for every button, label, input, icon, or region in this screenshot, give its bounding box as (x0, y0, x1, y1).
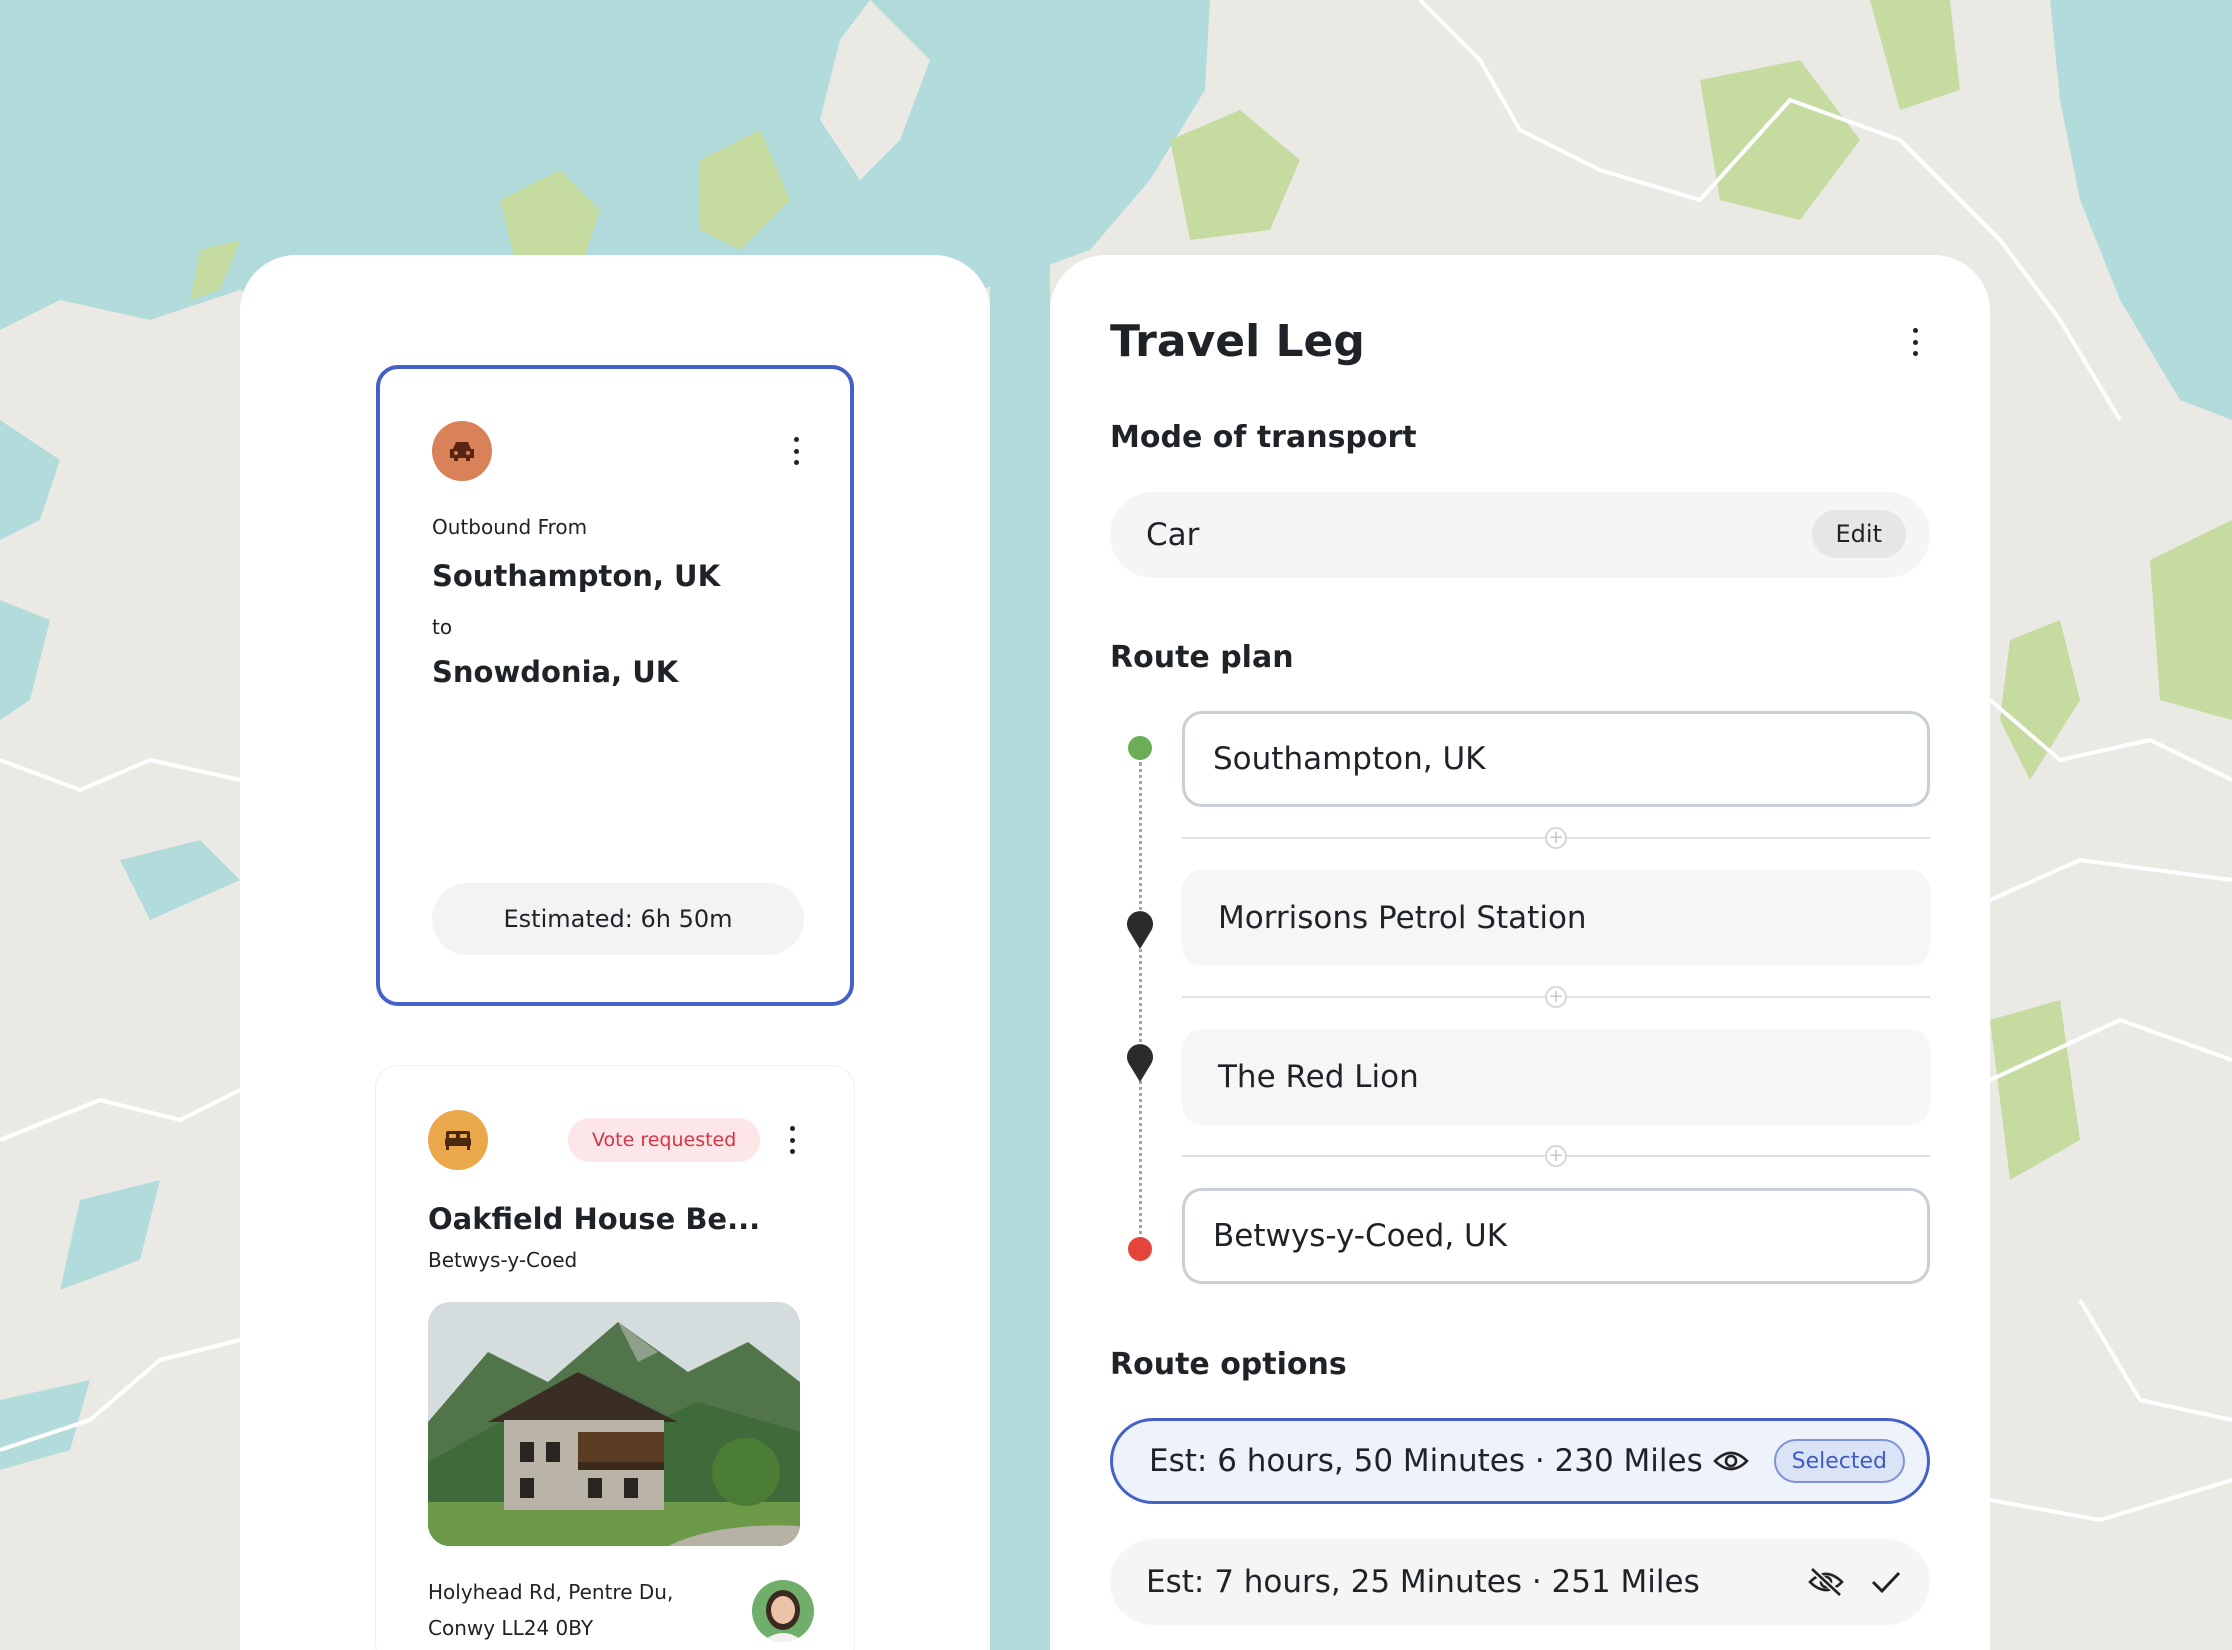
destination-place: Snowdonia, UK (432, 655, 679, 689)
bed-icon (428, 1110, 488, 1170)
eye-icon[interactable] (1711, 1441, 1751, 1481)
add-stop-icon[interactable]: + (1545, 1145, 1567, 1167)
edit-button[interactable]: Edit (1811, 510, 1906, 558)
route-stop-item[interactable]: Morrisons Petrol Station (1182, 870, 1930, 966)
end-dot (1128, 1237, 1152, 1261)
car-icon (432, 421, 492, 481)
route-option-text: Est: 6 hours, 50 Minutes · 230 Miles (1149, 1443, 1703, 1479)
trip-card[interactable]: Outbound From Southampton, UK to Snowdon… (376, 365, 854, 1006)
outbound-label: Outbound From (432, 515, 588, 539)
mode-heading: Mode of transport (1110, 420, 1417, 455)
route-option-text: Est: 7 hours, 25 Minutes · 251 Miles (1146, 1564, 1700, 1600)
accommodation-location: Betwys-y-Coed (428, 1248, 578, 1272)
add-stop-icon[interactable]: + (1545, 986, 1567, 1008)
route-timeline-line (1139, 762, 1142, 1242)
transport-mode-value: Car (1146, 517, 1200, 553)
waypoint-pin-icon[interactable] (1126, 1044, 1154, 1082)
accommodation-title: Oakfield House Be... (428, 1202, 761, 1236)
route-option[interactable]: Est: 7 hours, 25 Minutes · 251 Miles (1110, 1539, 1930, 1625)
vote-requested-badge: Vote requested (568, 1118, 761, 1162)
waypoint-pin-icon[interactable] (1126, 911, 1154, 949)
transport-mode-field[interactable]: Car Edit (1110, 492, 1930, 578)
route-start-input[interactable]: Southampton, UK (1182, 711, 1930, 807)
accommodation-menu-icon[interactable] (782, 1122, 802, 1158)
accommodation-card[interactable]: Vote requested Oakfield House Be... Betw… (376, 1066, 854, 1650)
route-options-heading: Route options (1110, 1347, 1347, 1382)
add-stop-icon[interactable]: + (1545, 827, 1567, 849)
eye-off-icon[interactable] (1806, 1562, 1846, 1602)
trip-card-menu-icon[interactable] (786, 433, 806, 469)
to-label: to (432, 615, 453, 639)
origin-place: Southampton, UK (432, 559, 721, 593)
travel-leg-menu-icon[interactable] (1905, 324, 1925, 360)
route-stop-item[interactable]: The Red Lion (1182, 1029, 1930, 1125)
accommodation-photo (428, 1302, 800, 1546)
check-icon[interactable] (1866, 1562, 1906, 1602)
address-line-2: Conwy LL24 0BY (428, 1616, 594, 1640)
panel-title: Travel Leg (1110, 316, 1365, 367)
route-heading: Route plan (1110, 640, 1294, 675)
start-dot (1128, 736, 1152, 760)
route-end-input[interactable]: Betwys-y-Coed, UK (1182, 1188, 1930, 1284)
route-option-selected[interactable]: Est: 6 hours, 50 Minutes · 230 Miles Sel… (1110, 1418, 1930, 1504)
estimate-pill: Estimated: 6h 50m (432, 883, 804, 955)
selected-badge: Selected (1773, 1439, 1905, 1483)
address-line-1: Holyhead Rd, Pentre Du, (428, 1580, 674, 1604)
avatar[interactable] (752, 1580, 814, 1642)
